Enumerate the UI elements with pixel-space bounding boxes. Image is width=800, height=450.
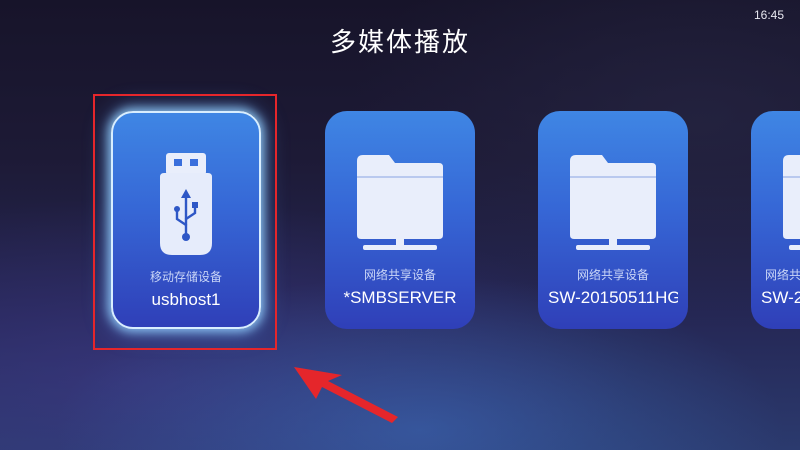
status-bar-clock: 16:45 [753, 8, 784, 22]
device-card-sw-2[interactable]: 网络共享设备 SW-2 [751, 111, 800, 329]
annotation-highlight-box [93, 94, 277, 350]
device-name-label: SW-2 [761, 288, 800, 307]
device-card-smbserver[interactable]: 网络共享设备 *SMBSERVER [325, 111, 475, 329]
device-type-label: 网络共享设备 [363, 268, 436, 282]
device-type-label: 网络共享设备 [765, 268, 800, 282]
device-name-label: SW-20150511HG. [548, 288, 678, 307]
network-folder-icon [325, 151, 475, 251]
annotation-arrow-icon [280, 355, 405, 429]
page-title: 多媒体播放 [329, 28, 470, 58]
network-folder-icon [751, 151, 800, 251]
device-name-label: *SMBSERVER [343, 288, 457, 307]
device-card-sw-20150511hg[interactable]: 网络共享设备 SW-20150511HG. [538, 111, 688, 329]
device-type-label: 网络共享设备 [576, 268, 649, 282]
card-clip: 网络共享设备 SW-2 [751, 111, 800, 329]
network-folder-icon [538, 151, 688, 251]
